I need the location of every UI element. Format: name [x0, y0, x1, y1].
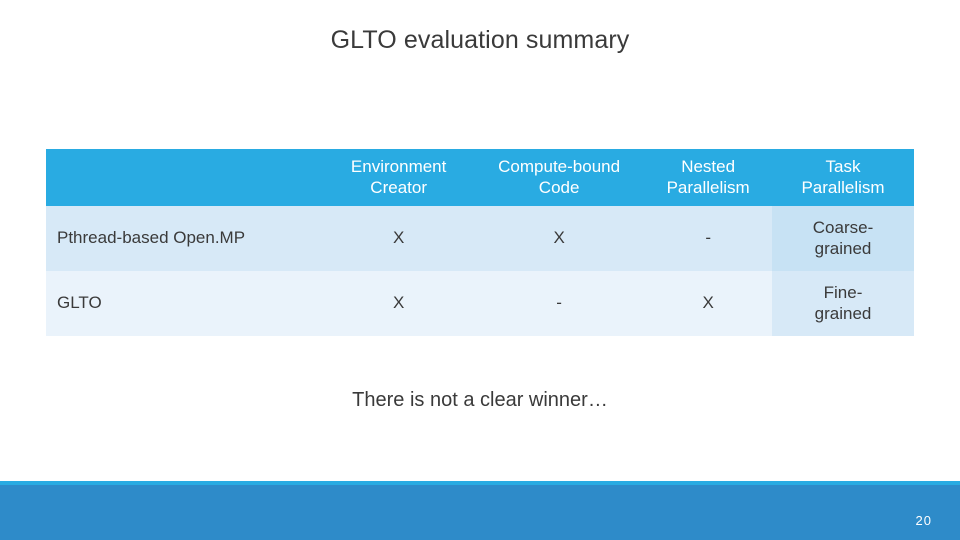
table-header-blank — [46, 149, 324, 206]
table-header-task-parallelism-line1: Task — [825, 156, 861, 176]
table-header-environment-creator: Environment Creator — [323, 149, 474, 206]
table-header-compute-bound-code-line1: Compute-bound — [498, 156, 621, 176]
table-header-environment-creator-line2: Creator — [370, 177, 427, 197]
table-cell-task-parallelism: Fine- grained — [772, 271, 914, 336]
table-row: Pthread-based Open.MP X X - Coarse- grai… — [46, 206, 914, 271]
summary-caption: There is not a clear winner… — [352, 389, 608, 411]
footer-band — [0, 485, 960, 540]
table-cell-environment-creator: X — [323, 206, 474, 271]
table-cell-compute-bound-code: - — [473, 271, 645, 336]
slide: GLTO evaluation summary Environment Crea… — [0, 0, 960, 540]
table-cell-nested-parallelism: X — [644, 271, 773, 336]
table-header-nested-parallelism-line2: Parallelism — [666, 177, 750, 197]
page-number: 20 — [915, 513, 932, 528]
table-cell-compute-bound-code: X — [473, 206, 645, 271]
evaluation-table: Environment Creator Compute-bound Code N… — [46, 149, 914, 336]
table-header-task-parallelism: Task Parallelism — [772, 149, 914, 206]
table-cell-nested-parallelism: - — [644, 206, 773, 271]
table-row: GLTO X - X Fine- grained — [46, 271, 914, 336]
table-cell-task-parallelism: Coarse- grained — [772, 206, 914, 271]
table-header-task-parallelism-line2: Parallelism — [801, 177, 885, 197]
table-cell-task-parallelism-line2: grained — [814, 303, 872, 323]
table-cell-task-parallelism-line1: Coarse- — [812, 218, 874, 238]
page-title: GLTO evaluation summary — [330, 26, 630, 54]
table-header-environment-creator-line1: Environment — [350, 156, 447, 176]
table-cell-task-parallelism-line1: Fine- — [823, 283, 863, 303]
table-cell-row-label: Pthread-based Open.MP — [46, 206, 324, 271]
table-header-compute-bound-code: Compute-bound Code — [473, 149, 645, 206]
table-cell-task-parallelism-line2: grained — [814, 238, 872, 258]
table-header-nested-parallelism-line1: Nested — [681, 156, 736, 176]
table-header-nested-parallelism: Nested Parallelism — [644, 149, 773, 206]
evaluation-table-container: Environment Creator Compute-bound Code N… — [46, 149, 914, 336]
table-header-compute-bound-code-line2: Code — [538, 177, 580, 197]
table-cell-row-label: GLTO — [46, 271, 324, 336]
table-cell-environment-creator: X — [323, 271, 474, 336]
table-header-row: Environment Creator Compute-bound Code N… — [46, 149, 914, 206]
